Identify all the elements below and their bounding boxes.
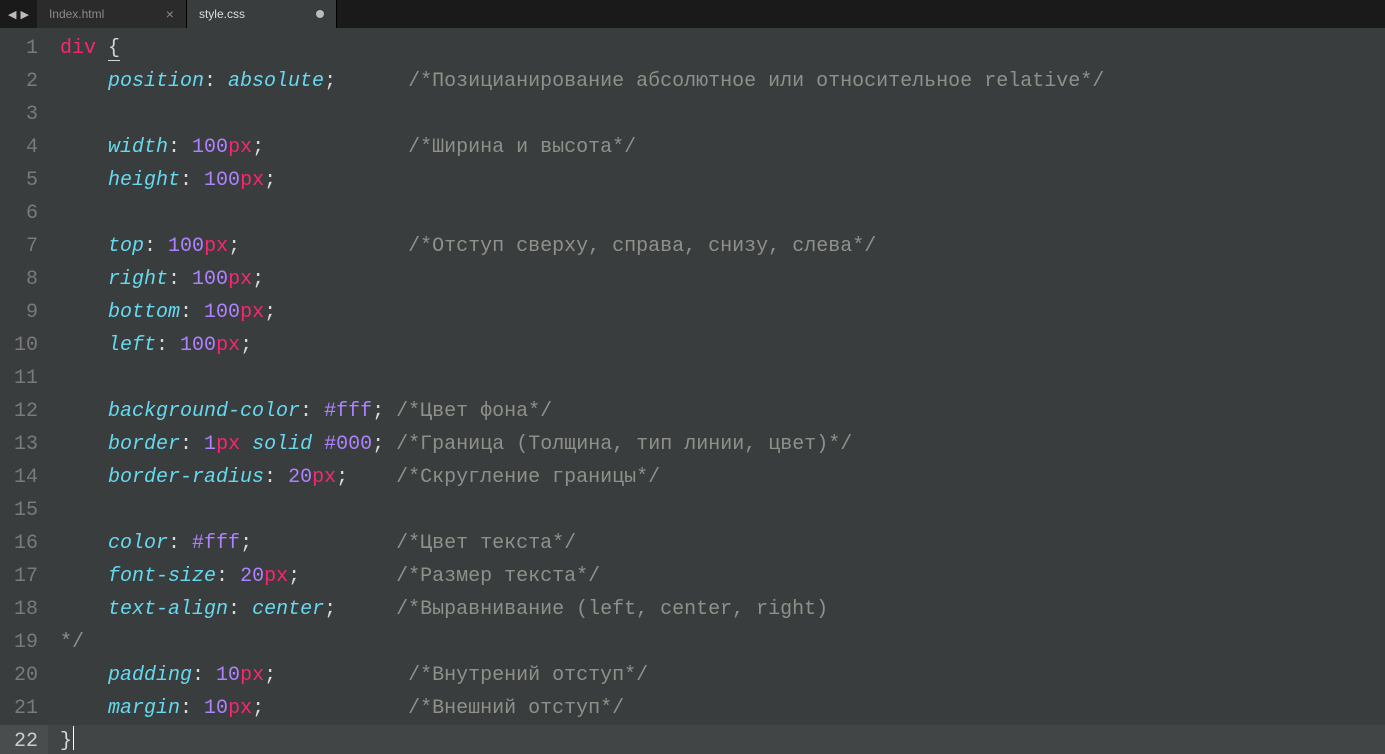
- code-line[interactable]: }: [60, 725, 1385, 754]
- code-line[interactable]: [60, 98, 1385, 131]
- nav-arrows: ◀ ▶: [0, 8, 37, 21]
- line-number: 7: [0, 230, 48, 263]
- line-number: 18: [0, 593, 48, 626]
- tab-index-html[interactable]: Index.html ×: [37, 0, 187, 28]
- code-line[interactable]: [60, 494, 1385, 527]
- line-number: 2: [0, 65, 48, 98]
- line-number: 12: [0, 395, 48, 428]
- line-number: 15: [0, 494, 48, 527]
- tab-bar: ◀ ▶ Index.html × style.css: [0, 0, 1385, 28]
- line-number: 22: [0, 725, 48, 754]
- text-cursor: [73, 726, 74, 750]
- code-line[interactable]: left: 100px;: [60, 329, 1385, 362]
- line-number: 17: [0, 560, 48, 593]
- line-number: 16: [0, 527, 48, 560]
- code-line[interactable]: border: 1px solid #000; /*Граница (Толщи…: [60, 428, 1385, 461]
- line-number: 3: [0, 98, 48, 131]
- line-number: 21: [0, 692, 48, 725]
- line-number: 13: [0, 428, 48, 461]
- tab-style-css[interactable]: style.css: [187, 0, 337, 28]
- code-line[interactable]: background-color: #fff; /*Цвет фона*/: [60, 395, 1385, 428]
- nav-right-icon[interactable]: ▶: [18, 8, 30, 21]
- code-line[interactable]: position: absolute; /*Позицианирование а…: [60, 65, 1385, 98]
- editor: 12345678910111213141516171819202122 div …: [0, 28, 1385, 754]
- tab-label: style.css: [199, 7, 306, 21]
- code-line[interactable]: top: 100px; /*Отступ сверху, справа, сни…: [60, 230, 1385, 263]
- code-line[interactable]: right: 100px;: [60, 263, 1385, 296]
- dirty-indicator-icon: [316, 10, 324, 18]
- code-area[interactable]: div { position: absolute; /*Позицианиров…: [48, 28, 1385, 754]
- line-number-gutter: 12345678910111213141516171819202122: [0, 28, 48, 754]
- code-line[interactable]: */: [60, 626, 1385, 659]
- line-number: 14: [0, 461, 48, 494]
- line-number: 5: [0, 164, 48, 197]
- line-number: 4: [0, 131, 48, 164]
- code-line[interactable]: margin: 10px; /*Внешний отступ*/: [60, 692, 1385, 725]
- code-line[interactable]: [60, 362, 1385, 395]
- line-number: 20: [0, 659, 48, 692]
- line-number: 1: [0, 32, 48, 65]
- code-line[interactable]: height: 100px;: [60, 164, 1385, 197]
- tab-label: Index.html: [49, 7, 156, 21]
- line-number: 9: [0, 296, 48, 329]
- line-number: 8: [0, 263, 48, 296]
- code-line[interactable]: font-size: 20px; /*Размер текста*/: [60, 560, 1385, 593]
- code-line[interactable]: text-align: center; /*Выравнивание (left…: [60, 593, 1385, 626]
- code-line[interactable]: border-radius: 20px; /*Скругление границ…: [60, 461, 1385, 494]
- code-line[interactable]: bottom: 100px;: [60, 296, 1385, 329]
- code-line[interactable]: color: #fff; /*Цвет текста*/: [60, 527, 1385, 560]
- line-number: 10: [0, 329, 48, 362]
- code-line[interactable]: div {: [60, 32, 1385, 65]
- line-number: 19: [0, 626, 48, 659]
- code-line[interactable]: width: 100px; /*Ширина и высота*/: [60, 131, 1385, 164]
- code-line[interactable]: [60, 197, 1385, 230]
- close-icon[interactable]: ×: [156, 6, 174, 22]
- nav-left-icon[interactable]: ◀: [6, 8, 18, 21]
- code-line[interactable]: padding: 10px; /*Внутрений отступ*/: [60, 659, 1385, 692]
- line-number: 6: [0, 197, 48, 230]
- line-number: 11: [0, 362, 48, 395]
